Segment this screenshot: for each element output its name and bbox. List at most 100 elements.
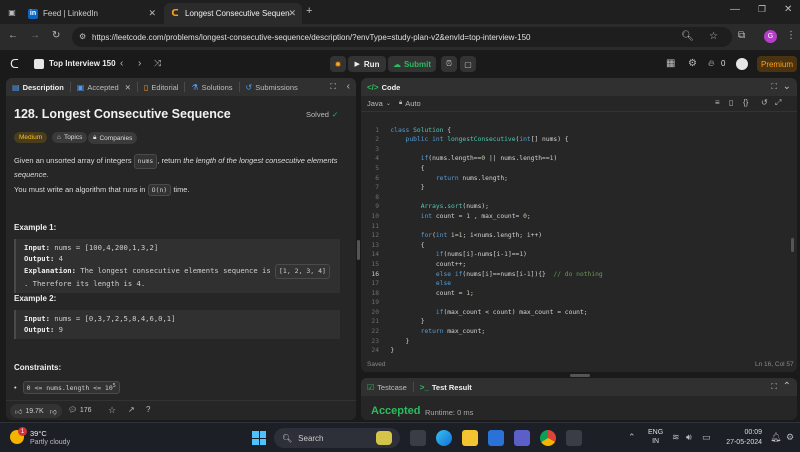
- close-icon[interactable]: ✕: [288, 8, 296, 19]
- topics-button[interactable]: ⌂ Topics: [52, 132, 88, 143]
- battery-icon[interactable]: ▭: [702, 432, 711, 443]
- app-icon[interactable]: [566, 430, 582, 446]
- code-tab[interactable]: </> Code: [361, 78, 406, 96]
- bookmark-icon[interactable]: ▯: [729, 98, 733, 107]
- teams-icon[interactable]: [514, 430, 530, 446]
- editor-scrollbar[interactable]: [791, 238, 794, 252]
- tab-linkedin[interactable]: in Feed | LinkedIn ✕: [22, 3, 162, 24]
- play-icon: ▶: [354, 61, 360, 68]
- extensions-icon[interactable]: ⧉: [738, 30, 745, 41]
- collapse-chevron-icon[interactable]: ‹: [347, 81, 350, 92]
- code-line: 2 public int longestConsecutive(int[] nu…: [375, 136, 569, 144]
- fullscreen-icon[interactable]: ⤢: [775, 98, 781, 108]
- settings-gear-icon[interactable]: ⚙: [786, 432, 794, 443]
- language-select[interactable]: Java ⌄: [367, 99, 391, 108]
- tab-leetcode[interactable]: ᑕ Longest Consecutive Sequence ✕: [164, 3, 302, 24]
- url-field[interactable]: ⚙ https://leetcode.com/problems/longest-…: [72, 27, 732, 47]
- prev-problem-icon[interactable]: ‹: [120, 58, 123, 69]
- back-icon[interactable]: ←: [8, 30, 18, 41]
- maximize-icon[interactable]: ⛶: [771, 82, 777, 92]
- clock[interactable]: 00:09 27-05-2024: [722, 428, 762, 448]
- bottom-resize-handle[interactable]: [570, 374, 590, 377]
- notes-button[interactable]: ▢: [460, 56, 476, 72]
- weather-widget[interactable]: 1 39°C Partly cloudy: [8, 427, 98, 449]
- next-problem-icon[interactable]: ›: [138, 58, 141, 69]
- wifi-icon[interactable]: ≋: [672, 432, 680, 443]
- thumbs-down-icon[interactable]: 👎︎: [50, 407, 57, 416]
- code-panel: </> Code ⛶ ⌄ Java ⌄ 🔒︎ Auto ≡ ▯ {} ↺ ⤢ 1 cl…: [361, 78, 797, 372]
- more-menu-icon[interactable]: ⋮: [786, 30, 796, 41]
- premium-button[interactable]: Premium: [757, 56, 797, 72]
- layout-grid-icon[interactable]: ▦: [666, 58, 675, 69]
- timer-button[interactable]: ⏰︎: [441, 56, 457, 72]
- windows-taskbar: 1 39°C Partly cloudy 🔍︎ Search ⌃ ENG IN ≋…: [0, 422, 800, 452]
- reload-icon[interactable]: ↻: [52, 30, 60, 41]
- companies-button[interactable]: 🔒︎ Companies: [88, 132, 138, 144]
- settings-gear-icon[interactable]: ⚙: [688, 58, 697, 69]
- task-view-icon[interactable]: [410, 430, 426, 446]
- code-line: 11: [371, 222, 379, 230]
- volume-icon[interactable]: 🔊︎: [686, 432, 692, 443]
- close-icon[interactable]: ✕: [125, 83, 131, 92]
- share-icon[interactable]: ↗: [128, 405, 135, 414]
- notification-bell-icon[interactable]: 🔔︎: [770, 432, 781, 443]
- file-explorer-icon[interactable]: [462, 430, 478, 446]
- tab-search-icon[interactable]: ▣: [6, 6, 18, 18]
- store-icon[interactable]: [488, 430, 504, 446]
- difficulty-badge[interactable]: Medium: [14, 132, 48, 143]
- submit-button[interactable]: ☁ Submit: [388, 56, 436, 72]
- code-content: 1 class Solution { 2 public int longestC…: [361, 116, 602, 365]
- comments-button[interactable]: 💬︎ 176: [68, 406, 92, 415]
- code-line: 8: [375, 193, 379, 201]
- taskbar-search[interactable]: 🔍︎ Search: [274, 428, 400, 448]
- tray-chevron-icon[interactable]: ⌃: [628, 432, 636, 443]
- tab-label: Submissions: [255, 82, 298, 92]
- star-icon[interactable]: ☆: [108, 405, 116, 416]
- like-count: 19.7K: [25, 407, 44, 415]
- site-info-icon[interactable]: ⚙: [79, 32, 86, 41]
- expand-chevron-icon[interactable]: ⌄: [783, 81, 791, 92]
- maximize-icon[interactable]: ⛶: [330, 82, 336, 92]
- tab-description[interactable]: ▤ Description: [6, 78, 70, 96]
- menu-lines-icon[interactable]: ≡: [715, 98, 720, 107]
- debug-button[interactable]: ✹: [330, 56, 346, 72]
- chrome-icon[interactable]: [540, 430, 556, 446]
- forward-icon[interactable]: →: [30, 30, 40, 41]
- code-editor[interactable]: 1 class Solution { 2 public int longestC…: [361, 116, 791, 356]
- study-plan-title[interactable]: Top Interview 150: [49, 59, 116, 68]
- bookmark-star-icon[interactable]: ☆: [709, 31, 718, 42]
- leetcode-logo-icon[interactable]: ᑕ: [10, 57, 19, 71]
- run-button[interactable]: ▶ Run: [348, 56, 386, 72]
- streak-fire-icon[interactable]: 🔥︎: [708, 58, 715, 69]
- braces-icon[interactable]: {}: [743, 98, 748, 107]
- tab-label: Description: [22, 82, 64, 92]
- auto-mode-toggle[interactable]: 🔒︎ Auto: [399, 99, 421, 108]
- tab-accepted[interactable]: ▣ Accepted ✕: [71, 78, 137, 96]
- edge-icon[interactable]: [436, 430, 452, 446]
- maximize-icon[interactable]: ⛶: [771, 382, 777, 392]
- code-line: 24 }: [371, 347, 395, 355]
- panel-resize-handle[interactable]: [357, 240, 360, 260]
- start-button[interactable]: [252, 431, 266, 445]
- close-icon[interactable]: ✕: [148, 8, 156, 19]
- language-indicator[interactable]: ENG IN: [648, 428, 663, 446]
- shuffle-icon[interactable]: ⤨: [154, 58, 161, 69]
- avatar[interactable]: G: [764, 30, 777, 43]
- like-button[interactable]: 👍︎ 19.7K 👎︎: [10, 404, 62, 418]
- tab-solutions[interactable]: ⚗ Solutions: [185, 78, 238, 96]
- tab-testcase[interactable]: ☑ Testcase: [361, 378, 413, 396]
- restore-icon[interactable]: ❐: [758, 4, 766, 15]
- reset-icon[interactable]: ↺: [761, 98, 768, 107]
- help-icon[interactable]: ?: [146, 405, 150, 414]
- lock-icon: 🔒︎: [399, 100, 403, 106]
- close-window-icon[interactable]: ✕: [784, 4, 792, 15]
- requirement-text: You must write an algorithm that runs in: [14, 185, 146, 194]
- tab-editorial[interactable]: ▯ Editorial: [138, 78, 185, 96]
- minimize-icon[interactable]: —: [730, 4, 740, 15]
- zoom-icon[interactable]: 🔍︎: [681, 31, 694, 42]
- new-tab-icon[interactable]: +: [306, 5, 312, 17]
- user-avatar[interactable]: [736, 58, 748, 70]
- tab-test-result[interactable]: >_ Test Result: [414, 378, 478, 396]
- expand-chevron-icon[interactable]: ⌃: [783, 381, 791, 392]
- tab-submissions[interactable]: ↺ Submissions: [240, 78, 304, 96]
